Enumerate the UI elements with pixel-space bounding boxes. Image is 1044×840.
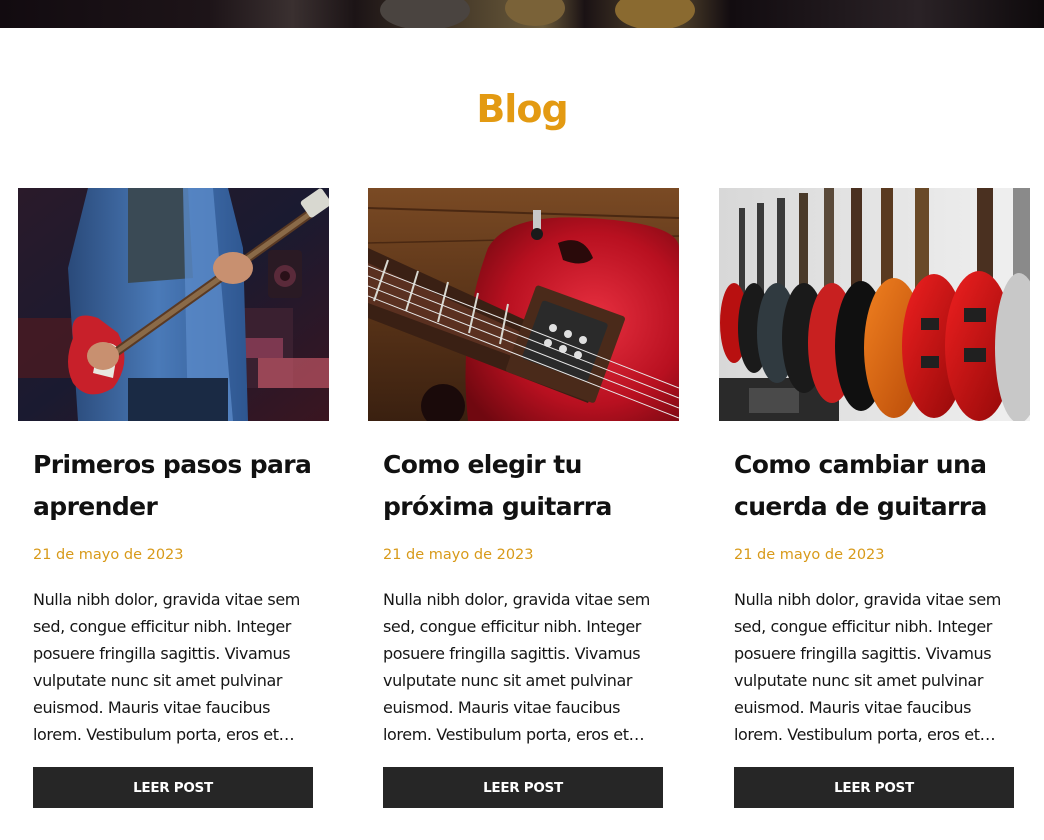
post-image[interactable]: [719, 188, 1030, 421]
post-title[interactable]: Como elegir tu próxima guitarra: [383, 444, 673, 528]
post-excerpt: Nulla nibh dolor, gravida vitae sem sed,…: [383, 590, 650, 744]
post-excerpt: Nulla nibh dolor, gravida vitae sem sed,…: [734, 590, 1001, 744]
hero-banner-bottom: [0, 0, 1044, 28]
post-excerpt: Nulla nibh dolor, gravida vitae sem sed,…: [33, 590, 300, 744]
post-date: 21 de mayo de 2023: [383, 547, 534, 563]
hero-decoration: [380, 0, 470, 28]
post-date: 21 de mayo de 2023: [33, 547, 184, 563]
read-post-button[interactable]: LEER POST: [33, 767, 313, 808]
read-post-button[interactable]: LEER POST: [734, 767, 1014, 808]
read-post-button[interactable]: LEER POST: [383, 767, 663, 808]
post-title[interactable]: Primeros pasos para aprender: [33, 444, 323, 528]
post-image[interactable]: [368, 188, 679, 421]
section-title: Blog: [476, 87, 568, 131]
post-date: 21 de mayo de 2023: [734, 547, 885, 563]
hero-decoration: [505, 0, 565, 26]
post-image[interactable]: [18, 188, 329, 421]
post-title[interactable]: Como cambiar una cuerda de guitarra: [734, 444, 1024, 528]
hero-decoration: [615, 0, 695, 28]
